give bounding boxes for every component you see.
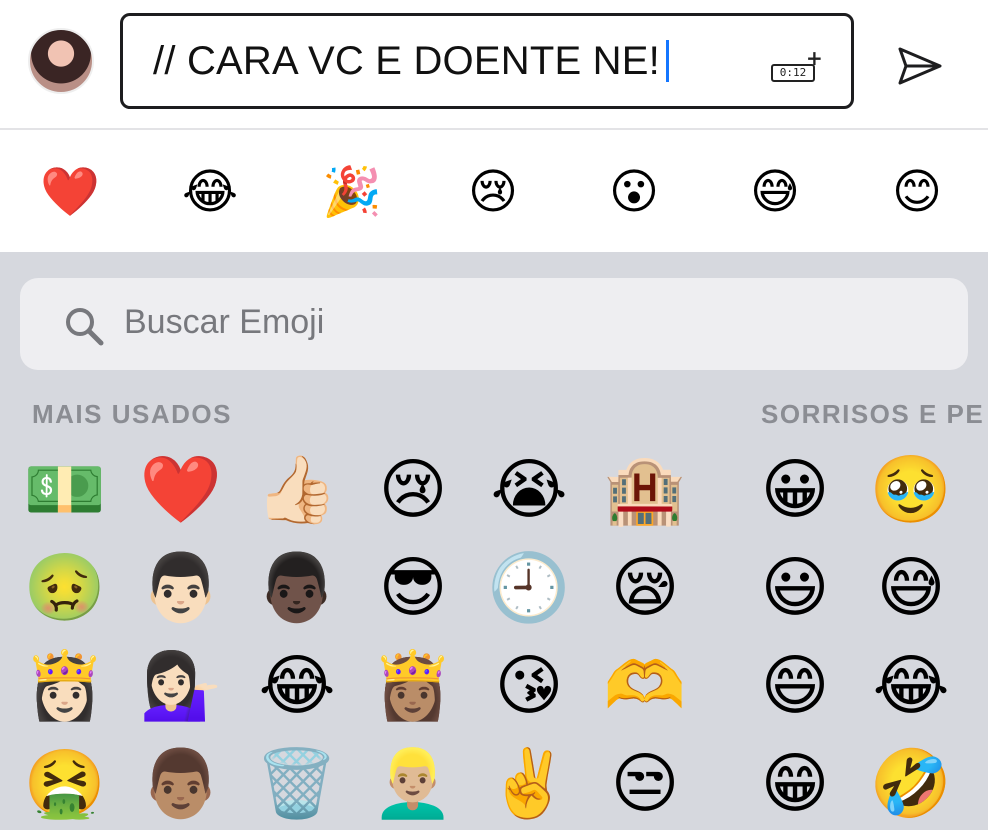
compose-bar: // CARA VC E DOENTE NE! 0:12 + [0,0,988,130]
emoji-heart-hands[interactable]: 🫶 [602,643,688,729]
emoji-holding-back-tears[interactable]: 🥹 [868,447,954,533]
message-text: // CARA VC E DOENTE NE! [153,39,660,83]
message-input[interactable]: // CARA VC E DOENTE NE! 0:12 + [120,13,854,109]
emoji-nauseated[interactable]: 🤢 [22,545,108,631]
emoji-tipping-hand[interactable]: 💁🏻‍♀️ [138,643,224,729]
search-icon [66,308,104,346]
send-icon[interactable] [894,44,946,88]
emoji-hotel[interactable]: 🏨 [602,447,688,533]
reaction-surprised[interactable]: 😮 [604,162,664,222]
emoji-wastebasket[interactable]: 🗑️ [254,741,340,827]
emoji-man-medium[interactable]: 👨🏽 [138,741,224,827]
quick-reactions-bar: ❤️ 😂 🎉 😢 😮 😅 😊 [0,130,988,252]
gif-timer-button[interactable]: 0:12 + [769,46,823,84]
emoji-crying-face[interactable]: 😢 [370,447,456,533]
emoji-beaming[interactable]: 😁 [752,741,838,827]
emoji-man-light[interactable]: 👨🏻 [138,545,224,631]
emoji-clock[interactable]: 🕘 [486,545,572,631]
emoji-blowing-kiss[interactable]: 😘 [486,643,572,729]
emoji-grinning[interactable]: 😀 [752,447,838,533]
emoji-thumbs-up[interactable]: 👍🏻 [254,447,340,533]
emoji-red-heart[interactable]: ❤️ [138,447,224,533]
emoji-princess-medium[interactable]: 👸🏽 [370,643,456,729]
emoji-grinning-big-eyes[interactable]: 😃 [752,545,838,631]
section-smileys-header: SORRISOS E PE [761,399,985,429]
emoji-man-dark[interactable]: 👨🏿 [254,545,340,631]
message-text-container: // CARA VC E DOENTE NE! [153,39,669,84]
plus-icon: + [806,46,823,70]
emoji-joy[interactable]: 😂 [868,643,954,729]
user-avatar[interactable] [28,28,94,94]
search-placeholder: Buscar Emoji [124,303,325,341]
text-caret [665,40,669,82]
emoji-rofl[interactable]: 🤣 [868,741,954,827]
emoji-unamused[interactable]: 😒 [602,741,688,827]
emoji-blond-man[interactable]: 👱🏼‍♂️ [370,741,456,827]
emoji-sleepy[interactable]: 😪 [602,545,688,631]
reaction-party[interactable]: 🎉 [322,162,382,222]
section-frequent-header: MAIS USADOS [32,399,232,429]
emoji-sunglasses[interactable]: 😎 [370,545,456,631]
reaction-heart[interactable]: ❤️ [40,162,100,222]
emoji-princess-light[interactable]: 👸🏻 [22,643,108,729]
emoji-tears-of-joy[interactable]: 😂 [254,643,340,729]
reaction-laughing[interactable]: 😂 [180,162,240,222]
reaction-crying[interactable]: 😢 [463,162,523,222]
emoji-search-bar[interactable]: Buscar Emoji [20,278,968,370]
emoji-grinning-sweat[interactable]: 😅 [868,545,954,631]
reaction-smile[interactable]: 😊 [887,162,947,222]
emoji-victory-hand[interactable]: ✌️ [486,741,572,827]
reaction-sweat-smile[interactable]: 😅 [745,162,805,222]
emoji-loudly-crying[interactable]: 😭 [486,447,572,533]
emoji-vomiting[interactable]: 🤮 [22,741,108,827]
emoji-grinning-smiling-eyes[interactable]: 😄 [752,643,838,729]
emoji-money[interactable]: 💵 [22,447,108,533]
